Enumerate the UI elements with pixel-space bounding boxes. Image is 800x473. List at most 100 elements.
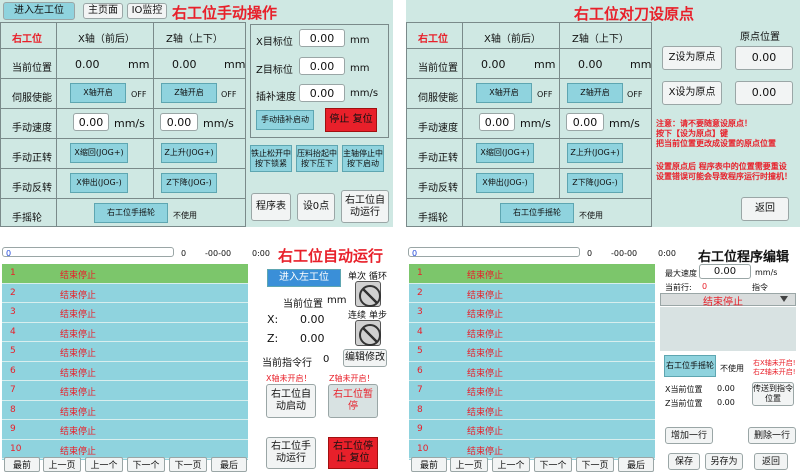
manual-reverse-label: 手动反转 bbox=[12, 183, 52, 194]
x-target-input[interactable]: 0.00 bbox=[299, 29, 345, 47]
stop-reset-button[interactable]: 停止 复位 bbox=[325, 108, 377, 132]
z-set-origin-button[interactable]: Z设为原点 bbox=[662, 46, 722, 70]
auto-run-button[interactable]: 右工位自动运行 bbox=[341, 190, 389, 223]
program-edit-panel: 0 0 -00-00 0:00 右工位程序编辑 1 结束停止 2 结束停止 3 结束停… bbox=[406, 243, 800, 473]
set-zero-button[interactable]: 设0点 bbox=[297, 193, 335, 221]
z-axis-enable-button[interactable]: Z轴开启 bbox=[567, 83, 623, 103]
manual-run-button[interactable]: 右工位手动运行 bbox=[266, 437, 316, 469]
list-item[interactable]: 1 结束停止 bbox=[409, 264, 655, 284]
z-speed-input[interactable]: 0.00 bbox=[160, 113, 198, 131]
auto-start-button[interactable]: 右工位自动启动 bbox=[266, 384, 316, 418]
list-item[interactable]: 9 结束停止 bbox=[409, 420, 655, 440]
list-item[interactable]: 3 结束停止 bbox=[2, 303, 248, 323]
list-item[interactable]: 4 结束停止 bbox=[2, 322, 248, 342]
x-speed-unit: mm/s bbox=[114, 117, 145, 130]
list-item[interactable]: 4 结束停止 bbox=[409, 322, 655, 342]
x-extend-jog-button[interactable]: X伸出(JOG-) bbox=[70, 173, 128, 193]
x-extend-jog-button[interactable]: X伸出(JOG-) bbox=[476, 173, 534, 193]
continuous-step-toggle-icon[interactable] bbox=[355, 320, 381, 346]
x-speed-input[interactable]: 0.00 bbox=[73, 113, 109, 131]
x-set-origin-button[interactable]: X设为原点 bbox=[662, 81, 722, 105]
stop-reset-button[interactable]: 右工位停止 复位 bbox=[328, 437, 378, 469]
press-down-button[interactable]: 压料抬起中按下压下 bbox=[296, 145, 338, 172]
x-retract-jog-button[interactable]: X缩回(JOG+) bbox=[476, 143, 534, 163]
z-speed-unit: mm/s bbox=[203, 117, 234, 130]
send-to-command-button[interactable]: 传送到指令位置 bbox=[752, 382, 794, 406]
save-as-button[interactable]: 另存为 bbox=[705, 453, 743, 470]
next-page-button[interactable]: 下一页 bbox=[576, 457, 614, 472]
z-axis-enable-button[interactable]: Z轴开启 bbox=[161, 83, 217, 103]
list-item[interactable]: 1 结束停止 bbox=[2, 264, 248, 284]
interp-start-button[interactable]: 手动插补启动 bbox=[256, 110, 314, 130]
clamp-lock-button[interactable]: 铁止松开中按下锁紧 bbox=[250, 145, 292, 172]
interp-speed-input[interactable]: 0.00 bbox=[299, 84, 345, 102]
x-label: X: bbox=[267, 313, 279, 326]
counter-value: 0 bbox=[587, 249, 593, 258]
x-axis-header: X轴（前后） bbox=[484, 34, 541, 45]
io-monitor-button[interactable]: IO监控 bbox=[127, 3, 167, 19]
max-speed-input[interactable]: 0.00 bbox=[699, 264, 751, 279]
list-item[interactable]: 2 结束停止 bbox=[409, 283, 655, 303]
spindle-start-button[interactable]: 主轴停止中按下启动 bbox=[342, 145, 384, 172]
z-up-jog-button[interactable]: Z上升(JOG+) bbox=[567, 143, 623, 163]
enter-left-station-button[interactable]: 进入左工位 bbox=[3, 2, 75, 20]
z-position-value: 0.00 bbox=[717, 398, 735, 407]
list-item[interactable]: 8 结束停止 bbox=[2, 400, 248, 420]
last-page-button[interactable]: 最后 bbox=[618, 457, 654, 472]
interp-speed-label: 插补速度 bbox=[256, 92, 296, 103]
x-axis-enable-button[interactable]: X轴开启 bbox=[70, 83, 126, 103]
prev-page-button[interactable]: 上一页 bbox=[450, 457, 488, 472]
chevron-down-icon[interactable] bbox=[780, 296, 788, 302]
list-item[interactable]: 10 结束停止 bbox=[2, 439, 248, 459]
last-page-button[interactable]: 最后 bbox=[211, 457, 247, 472]
x-retract-jog-button[interactable]: X缩回(JOG+) bbox=[70, 143, 128, 163]
date-readout: -00-00 bbox=[611, 249, 638, 258]
z-down-jog-button[interactable]: Z下降(JOG-) bbox=[161, 173, 217, 193]
prev-page-button[interactable]: 上一页 bbox=[43, 457, 81, 472]
add-row-button[interactable]: 增加一行 bbox=[665, 427, 713, 444]
x-position-unit: mm bbox=[534, 58, 556, 71]
list-item[interactable]: 6 结束停止 bbox=[409, 361, 655, 381]
manual-speed-label: 手动速度 bbox=[418, 123, 458, 134]
next-page-button[interactable]: 下一页 bbox=[169, 457, 207, 472]
z-speed-input[interactable]: 0.00 bbox=[566, 113, 604, 131]
list-item[interactable]: 8 结束停止 bbox=[409, 400, 655, 420]
edit-button[interactable]: 编辑修改 bbox=[343, 349, 387, 367]
progress-bar bbox=[2, 247, 174, 257]
list-item[interactable]: 2 结束停止 bbox=[2, 283, 248, 303]
back-button[interactable]: 返回 bbox=[754, 453, 788, 470]
x-axis-enable-button[interactable]: X轴开启 bbox=[476, 83, 532, 103]
single-loop-toggle-icon[interactable] bbox=[355, 281, 381, 307]
z-down-jog-button[interactable]: Z下降(JOG-) bbox=[567, 173, 623, 193]
next-item-button[interactable]: 下一个 bbox=[534, 457, 572, 472]
z-target-input[interactable]: 0.00 bbox=[299, 57, 345, 75]
list-item[interactable]: 7 结束停止 bbox=[409, 381, 655, 401]
x-axis-warning: X轴未开启！ bbox=[266, 374, 312, 383]
z-up-jog-button[interactable]: Z上升(JOG+) bbox=[161, 143, 217, 163]
list-item[interactable]: 6 结束停止 bbox=[2, 361, 248, 381]
list-item[interactable]: 7 结束停止 bbox=[2, 381, 248, 401]
next-item-button[interactable]: 下一个 bbox=[127, 457, 165, 472]
pause-button[interactable]: 右工位暂停 bbox=[328, 384, 378, 418]
z-label: Z: bbox=[267, 332, 279, 345]
prev-item-button[interactable]: 上一个 bbox=[492, 457, 530, 472]
list-item[interactable]: 10 结束停止 bbox=[409, 439, 655, 459]
list-item[interactable]: 3 结束停止 bbox=[409, 303, 655, 323]
main-page-button[interactable]: 主页面 bbox=[83, 3, 123, 19]
list-item[interactable]: 5 结束停止 bbox=[409, 342, 655, 362]
first-page-button[interactable]: 最前 bbox=[4, 457, 40, 472]
enter-left-station-button[interactable]: 进入左工位 bbox=[267, 269, 341, 287]
list-item[interactable]: 5 结束停止 bbox=[2, 342, 248, 362]
delete-row-button[interactable]: 删除一行 bbox=[748, 427, 796, 444]
program-table-button[interactable]: 程序表 bbox=[251, 193, 291, 221]
handwheel-button[interactable]: 右工位手摇轮 bbox=[500, 203, 574, 223]
back-button[interactable]: 返回 bbox=[741, 197, 789, 221]
handwheel-button[interactable]: 右工位手摇轮 bbox=[664, 355, 716, 377]
prev-item-button[interactable]: 上一个 bbox=[85, 457, 123, 472]
first-page-button[interactable]: 最前 bbox=[411, 457, 447, 472]
x-servo-state: OFF bbox=[537, 90, 553, 99]
list-item[interactable]: 9 结束停止 bbox=[2, 420, 248, 440]
x-speed-input[interactable]: 0.00 bbox=[479, 113, 515, 131]
save-button[interactable]: 保存 bbox=[668, 453, 700, 470]
handwheel-button[interactable]: 右工位手摇轮 bbox=[94, 203, 168, 223]
